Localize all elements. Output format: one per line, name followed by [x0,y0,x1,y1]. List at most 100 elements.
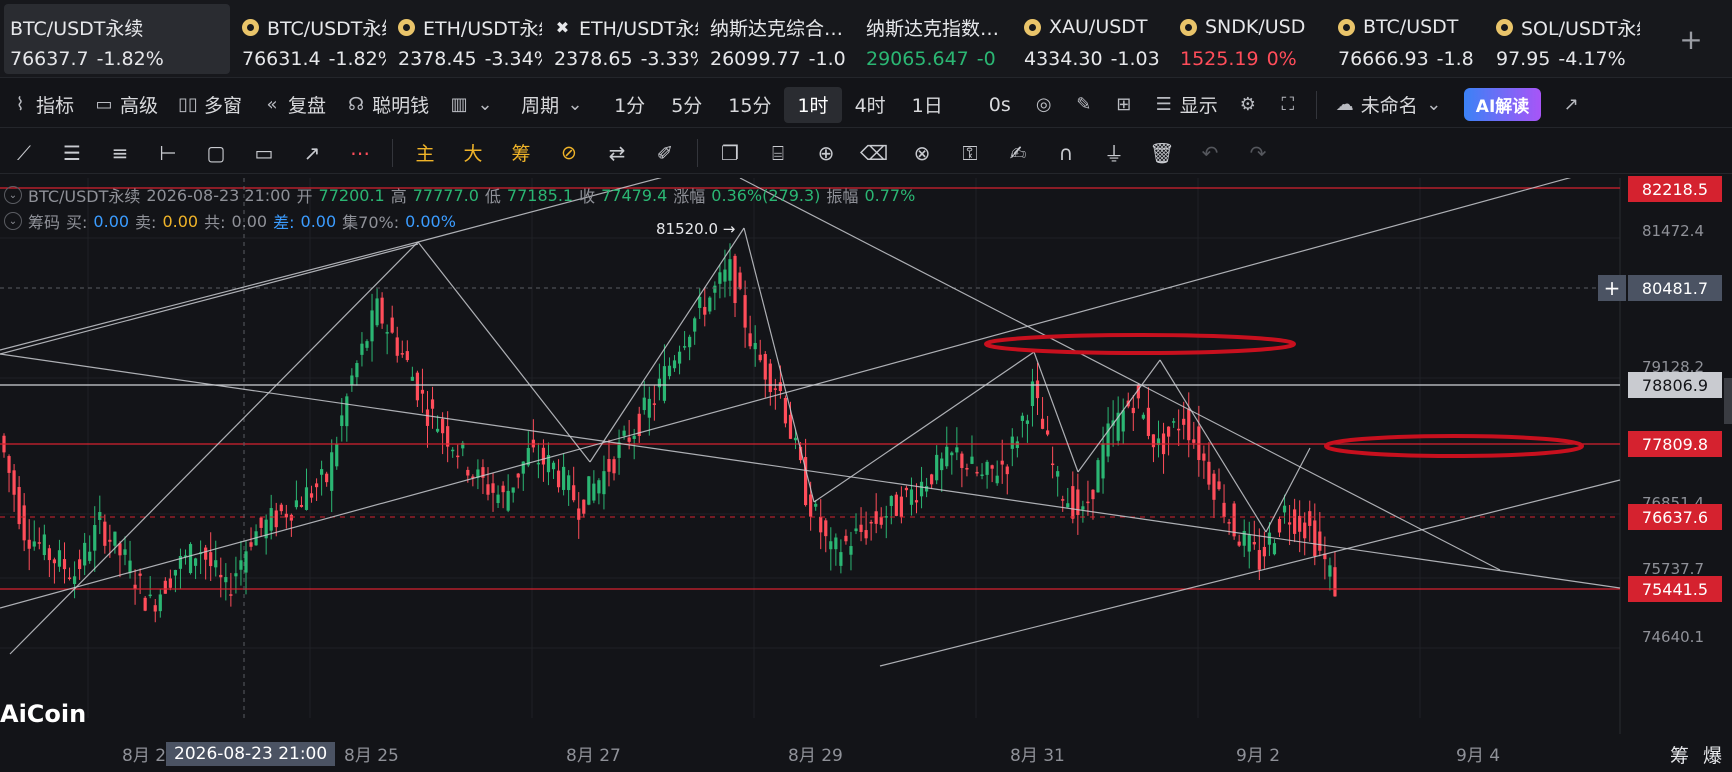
settings-button[interactable]: ⚙ [1228,87,1268,123]
magnet-icon[interactable]: ∩ [1042,134,1090,172]
hide-icon[interactable]: ⊗ [898,134,946,172]
ticker-tab[interactable]: ETH/USDT永续 2378.45 -3.34% [392,4,542,74]
candle-body [1328,565,1332,577]
fullscreen-button[interactable]: ⛶ [1268,87,1308,123]
trend-line [0,243,419,355]
display-button[interactable]: ☰ 显示 [1144,87,1228,123]
indicators-button[interactable]: ⌇ 指标 [0,87,84,123]
candle-body [62,559,67,570]
interval-tab[interactable]: 1分 [601,87,658,123]
draw-button[interactable]: ✎ [1064,87,1104,123]
candle-body [320,469,324,475]
horizontal-lines-icon[interactable]: ≡ [96,134,144,172]
candle-body [844,535,848,542]
multi-window-button[interactable]: ▯▯ 多窗 [168,87,252,123]
screenshot-button[interactable]: ◎ [1024,87,1064,123]
copy-icon[interactable]: ❐ [706,134,754,172]
add-alert-icon[interactable]: + [1598,275,1626,301]
price-chart[interactable]: 81520.0 → [0,178,1732,772]
ticker-tab[interactable]: SNDK/USD 1525.19 0% [1174,4,1324,74]
ai-interpret-button[interactable]: AI解读 [1454,87,1551,123]
trend-line [879,479,1621,667]
sync-icon[interactable]: ⇄ [593,134,641,172]
candle-body [763,354,767,380]
interval-tab[interactable]: 1日 [899,87,956,123]
ticker-tab[interactable]: 纳斯达克综合… 26099.77 -1.0 [704,4,854,74]
ticker-tab[interactable]: BTC/USDT永续 76637.7 -1.82% [4,4,230,74]
liquidation-corner-button[interactable]: 爆 [1703,741,1722,768]
zoom-in-icon[interactable]: ⊕ [802,134,850,172]
interval-tab[interactable]: 4时 [842,87,899,123]
layout-dropdown[interactable]: ☁ 未命名 ⌄ [1325,87,1454,123]
add-window-icon: ⊞ [1116,94,1132,115]
horizontal-ray-icon[interactable]: ⊢ [144,134,192,172]
ticker-tab[interactable]: 纳斯达克指数… 29065.647 -0 [860,4,1010,74]
price-axis-label: 74640.1 [1641,628,1704,646]
paint-icon[interactable]: ✐ [641,134,689,172]
candle-body [299,504,304,507]
collapse-icon[interactable]: ⌄ [4,212,22,230]
ticker-tab[interactable]: BTC/USDT永续 76631.4 -1.82% [236,4,386,74]
ticker-tab[interactable]: SOL/USDT永续 97.95 -4.17% [1490,4,1640,74]
indicators-label: 指标 [36,95,75,117]
undo-icon[interactable]: ↶ [1186,134,1234,172]
chips-corner-button[interactable]: 筹 [1670,741,1689,768]
ruler-icon[interactable]: ⌸ [754,134,802,172]
horizontal-line-price-tag[interactable]: 78806.9 [1628,372,1722,398]
rectangle-icon[interactable]: ▢ [192,134,240,172]
candle-body [501,485,505,493]
period-dropdown[interactable]: 周期 ⌄ [511,87,595,123]
chart-area[interactable]: 81520.0 → ⌄ BTC/USDT永续 2026-08-23 21:00 … [0,176,1732,772]
arrow-icon[interactable]: ↗ [288,134,336,172]
main-indicator-toggle[interactable]: 主 [401,134,449,172]
candle-body [627,437,631,442]
candle-body [118,543,122,556]
candle-body [662,366,667,401]
candle-body [163,580,167,594]
time-axis-label: 9月 4 [1456,746,1501,766]
interval-tab[interactable]: 1时 [784,86,842,123]
candle-body [148,594,152,597]
measure-icon[interactable]: ▭ [240,134,288,172]
support-price-tag[interactable]: 75441.5 [1628,576,1722,602]
fullscreen-icon: ⛶ [1281,94,1295,115]
edit-list-icon[interactable]: ✍ [994,134,1042,172]
ticker-tab[interactable]: BTC/USDT 76666.93 -1.8 [1332,4,1482,74]
big-order-toggle[interactable]: 大 [449,134,497,172]
smart-money-button[interactable]: ☊ 聪明钱 [336,87,439,123]
panel-handle[interactable] [1724,378,1732,424]
candle-body [360,343,364,355]
candle-body [350,375,354,385]
chart-type-dropdown[interactable]: ▥ ⌄ [439,87,505,123]
candle-body [970,456,974,464]
replay-button[interactable]: « 复盘 [252,87,336,123]
candle-body [466,469,470,476]
chips-toggle[interactable]: 筹 [497,134,545,172]
rewind-icon: « [266,94,278,115]
advanced-button[interactable]: ▭ 高级 [84,87,168,123]
ticker-change: -1.03 [1110,48,1160,70]
eraser-icon[interactable]: ⌫ [850,134,898,172]
collapse-icon[interactable]: ⌄ [4,186,22,204]
interval-tab[interactable]: 15分 [715,87,784,123]
add-ticker-button[interactable]: + [1650,0,1732,78]
filter-icon[interactable]: ⏚ [1090,134,1138,172]
resistance-price-tag[interactable]: 77809.8 [1628,431,1722,457]
candle-body [824,520,828,537]
lock-icon[interactable]: ⚿ [946,134,994,172]
candle-body [869,521,873,524]
more-tools-icon[interactable]: ⋯ [336,134,384,172]
ratio-icon[interactable]: ⊘ [545,134,593,172]
resistance-price-tag[interactable]: 82218.5 [1628,176,1722,202]
divider [392,138,393,167]
candle-body [521,461,525,474]
add-window-button[interactable]: ⊞ [1104,87,1144,123]
trash-icon[interactable]: 🗑 [1138,134,1186,172]
ticker-tab[interactable]: ✖ ETH/USDT永续 2378.65 -3.33% [548,4,698,74]
share-button[interactable]: ↗ [1551,87,1591,123]
ticker-tab[interactable]: XAU/USDT 4334.30 -1.03 [1018,4,1168,74]
redo-icon[interactable]: ↷ [1234,134,1282,172]
interval-tab[interactable]: 5分 [658,87,715,123]
parallel-lines-icon[interactable]: ☰ [48,134,96,172]
line-tool-icon[interactable]: ⟋ [0,134,48,172]
